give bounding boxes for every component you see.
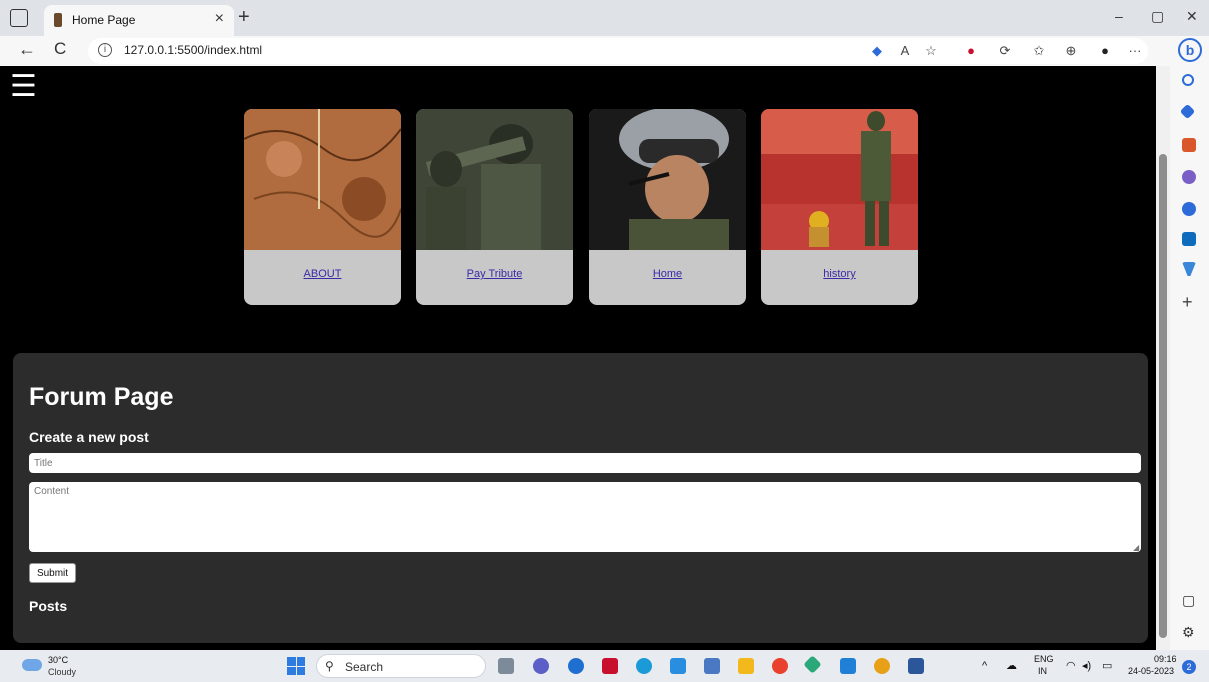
tab-close-icon[interactable]: × — [215, 10, 224, 28]
git-app-icon[interactable] — [803, 655, 822, 674]
wifi-icon[interactable]: ◠ — [1066, 659, 1076, 672]
weather-description[interactable]: Cloudy — [48, 667, 76, 677]
help-icon[interactable] — [568, 658, 584, 674]
read-aloud-icon[interactable]: A — [898, 44, 912, 58]
store-icon[interactable] — [704, 658, 720, 674]
forum-section: Forum Page Create a new post ◢ Submit Po… — [13, 353, 1148, 643]
edge-sidebar: + ▢ ⚙ — [1170, 66, 1209, 650]
card-home[interactable]: Home — [589, 109, 746, 305]
card-pay-tribute[interactable]: Pay Tribute — [416, 109, 573, 305]
submit-button[interactable]: Submit — [29, 563, 76, 583]
guard-image — [761, 109, 918, 250]
onedrive-cloud-icon[interactable]: ☁ — [1006, 659, 1017, 672]
sidebar-tools-icon[interactable] — [1182, 138, 1196, 152]
sidebar-designer-icon[interactable] — [1182, 262, 1196, 276]
windows-taskbar: 30°C Cloudy ⚲ Search ^ ☁ ENG IN ◠ ◂) ▭ 0… — [0, 650, 1209, 682]
favorite-add-icon[interactable]: ☆ — [924, 44, 938, 58]
back-button[interactable]: ← — [18, 39, 36, 60]
file-explorer-icon[interactable] — [738, 658, 754, 674]
teams-chat-icon[interactable] — [533, 658, 549, 674]
resize-grip-icon[interactable]: ◢ — [1133, 543, 1139, 552]
battery-icon[interactable]: ▭ — [1102, 659, 1112, 672]
map-image — [244, 109, 401, 250]
notification-badge[interactable]: 2 — [1182, 660, 1196, 674]
tab-strip: Home Page × + – ▢ ✕ — [0, 0, 1209, 36]
clock-time[interactable]: 09:16 — [1154, 654, 1177, 664]
collections-icon[interactable]: ⊕ — [1064, 44, 1078, 58]
edge-browser-icon[interactable] — [636, 658, 652, 674]
card-home-link[interactable]: Home — [589, 268, 746, 280]
sidebar-shopping-icon[interactable] — [1179, 103, 1196, 120]
scrollbar-thumb[interactable] — [1159, 154, 1167, 638]
coupon-tag-icon[interactable]: ◆ — [870, 44, 884, 58]
sidebar-add-icon[interactable]: + — [1182, 292, 1193, 313]
card-pay-tribute-link[interactable]: Pay Tribute — [416, 268, 573, 280]
sidebar-hide-icon[interactable]: ▢ — [1182, 592, 1195, 609]
tab-home-page[interactable]: Home Page × — [44, 5, 234, 36]
tab-actions-button[interactable] — [10, 9, 28, 27]
favorites-icon[interactable]: ✩ — [1032, 44, 1046, 58]
new-tab-button[interactable]: + — [238, 6, 250, 29]
mcafee-icon[interactable] — [602, 658, 618, 674]
language-top[interactable]: ENG — [1034, 654, 1054, 664]
close-window-button[interactable]: ✕ — [1186, 8, 1198, 25]
sidebar-settings-icon[interactable]: ⚙ — [1182, 624, 1195, 641]
page-scrollbar[interactable] — [1156, 66, 1170, 650]
restore-button[interactable]: ▢ — [1151, 8, 1164, 25]
windows-start-icon[interactable] — [287, 657, 305, 675]
taskbar-search[interactable]: ⚲ Search — [316, 654, 486, 678]
more-options-icon[interactable]: ··· — [1128, 44, 1142, 58]
post-title-input[interactable] — [29, 453, 1141, 473]
show-hidden-icons[interactable]: ^ — [982, 660, 987, 672]
soldiers-image — [416, 109, 573, 250]
pilot-image — [589, 109, 746, 250]
mail-app-icon[interactable] — [670, 658, 686, 674]
address-bar-row: ← C i 127.0.0.1:5500/index.html ◆ A ☆ ● … — [0, 36, 1209, 66]
weather-temperature[interactable]: 30°C — [48, 655, 68, 665]
card-about[interactable]: ABOUT — [244, 109, 401, 305]
sidebar-microsoft365-icon[interactable] — [1182, 202, 1196, 216]
clock-date[interactable]: 24-05-2023 — [1128, 666, 1174, 676]
minimize-button[interactable]: – — [1115, 8, 1123, 24]
forum-title: Forum Page — [29, 383, 174, 411]
vscode-icon[interactable] — [840, 658, 856, 674]
profile-avatar-icon[interactable]: ● — [1098, 44, 1112, 58]
tab-title: Home Page — [72, 13, 136, 27]
sidebar-search-icon[interactable] — [1182, 74, 1194, 86]
card-history[interactable]: history — [761, 109, 918, 305]
address-bar[interactable]: i 127.0.0.1:5500/index.html ◆ A ☆ ● ⟳ ✩ … — [88, 38, 1148, 64]
chrome-profile-icon[interactable] — [874, 658, 890, 674]
volume-icon[interactable]: ◂) — [1082, 659, 1091, 672]
create-post-heading: Create a new post — [29, 429, 149, 445]
posts-heading: Posts — [29, 598, 68, 614]
reload-button[interactable]: C — [54, 39, 66, 59]
site-info-icon[interactable]: i — [98, 43, 112, 57]
language-bottom[interactable]: IN — [1038, 666, 1047, 676]
sidebar-outlook-icon[interactable] — [1182, 232, 1196, 246]
cloud-icon[interactable] — [22, 659, 42, 671]
web-page: ☰ ABOUT Pay Tribute Home history Forum P… — [0, 66, 1156, 650]
task-view-icon[interactable] — [498, 658, 514, 674]
word-icon[interactable] — [908, 658, 924, 674]
url-text[interactable]: 127.0.0.1:5500/index.html — [124, 43, 262, 57]
sidebar-games-icon[interactable] — [1182, 170, 1196, 184]
extensions-icon[interactable]: ⟳ — [998, 44, 1012, 58]
menu-hamburger-icon[interactable]: ☰ — [10, 72, 37, 102]
ublock-extension-icon[interactable]: ● — [964, 44, 978, 58]
post-content-textarea[interactable] — [29, 482, 1141, 552]
card-about-link[interactable]: ABOUT — [244, 268, 401, 280]
chrome-icon[interactable] — [772, 658, 788, 674]
favicon-icon — [54, 13, 62, 27]
search-placeholder: Search — [345, 660, 384, 674]
bing-copilot-icon[interactable]: b — [1178, 38, 1202, 62]
card-history-link[interactable]: history — [761, 268, 918, 280]
search-icon: ⚲ — [325, 659, 334, 673]
